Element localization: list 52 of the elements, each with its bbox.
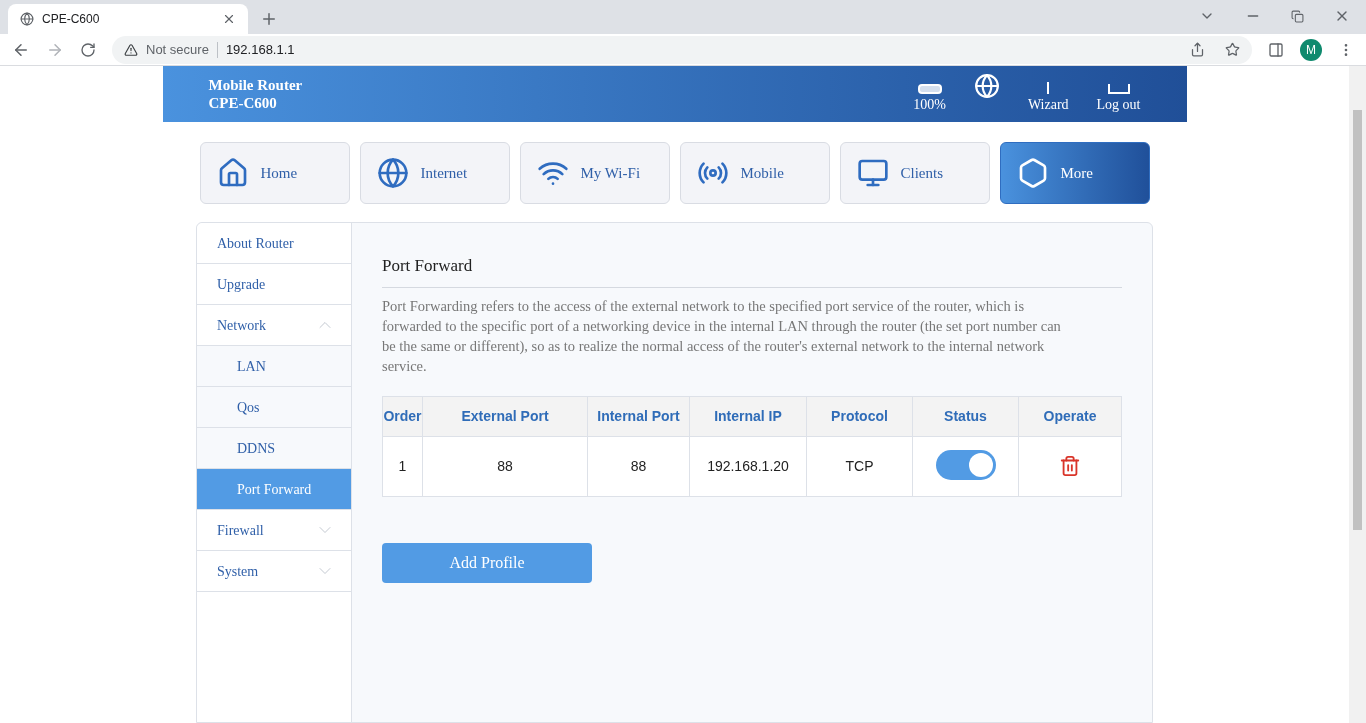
battery-level: 100% [913, 96, 946, 114]
sidebar-item[interactable]: About Router [197, 223, 351, 264]
nav-tab[interactable]: Internet [359, 142, 510, 204]
nav-tab[interactable]: More [999, 142, 1150, 204]
status-toggle[interactable] [935, 449, 996, 480]
column-header: Internal IP [689, 396, 807, 436]
brand-name: Mobile Router [208, 76, 303, 94]
description-text: Port Forwarding refers to the access of the external network to the specified port service of the router, which is forwarded to the specific port of a networking device in the internal LAN through the router (the set port number can be the same or different), so as to realize the normal access of the router's external network to the internal network service. [382, 296, 1062, 376]
logout-link[interactable]: Log out [1096, 94, 1141, 115]
wizard-link[interactable]: Wizard [1027, 94, 1069, 115]
table-cell: 1 [382, 436, 423, 496]
nav-tab[interactable]: Clients [839, 142, 990, 204]
profile-avatar[interactable]: M [1300, 38, 1322, 61]
nav-tab[interactable]: My Wi-Fi [519, 142, 670, 204]
model-name: CPE-C600 [208, 94, 278, 112]
warning-icon [124, 42, 138, 57]
column-header: External Port [422, 396, 588, 436]
security-label: Not secure [146, 40, 209, 59]
globe-icon [376, 157, 409, 189]
battery-icon [917, 84, 942, 94]
table-cell: 192.168.1.20 [689, 436, 807, 496]
new-tab-icon[interactable] [260, 10, 278, 28]
table-cell: 88 [587, 436, 690, 496]
nav-tab[interactable]: Home [199, 142, 350, 204]
column-header: Order [382, 396, 423, 436]
side-panel-icon[interactable] [1268, 41, 1284, 58]
share-icon[interactable] [1190, 42, 1205, 57]
browser-tab[interactable]: CPE-C600 [8, 4, 248, 34]
bookmark-star-icon[interactable] [1225, 42, 1240, 57]
column-header: Internal Port [587, 396, 690, 436]
table-cell: 88 [422, 436, 588, 496]
globe-icon [20, 12, 34, 26]
reload-icon[interactable] [80, 41, 96, 58]
tab-title: CPE-C600 [42, 11, 101, 28]
page-title: Port Forward [382, 253, 1122, 288]
globe-icon[interactable] [973, 73, 1000, 99]
nav-tab[interactable]: Mobile [679, 142, 830, 204]
table-cell: TCP [806, 436, 913, 496]
column-header: Operate [1018, 396, 1122, 436]
sidebar-item[interactable]: DDNS [197, 428, 351, 469]
scrollbar[interactable] [1349, 66, 1366, 723]
logout-icon [1107, 84, 1130, 94]
address-bar[interactable]: Not secure 192.168.1.1 [112, 35, 1252, 64]
column-header: Protocol [806, 396, 913, 436]
url-text: 192.168.1.1 [225, 40, 295, 59]
close-icon[interactable] [222, 12, 236, 26]
column-header: Status [912, 396, 1019, 436]
restore-icon[interactable] [1291, 9, 1304, 23]
monitor-icon [856, 157, 889, 189]
delete-icon[interactable] [1059, 455, 1081, 478]
sidebar-item[interactable]: Qos [197, 387, 351, 428]
sidebar-item[interactable]: LAN [197, 346, 351, 387]
